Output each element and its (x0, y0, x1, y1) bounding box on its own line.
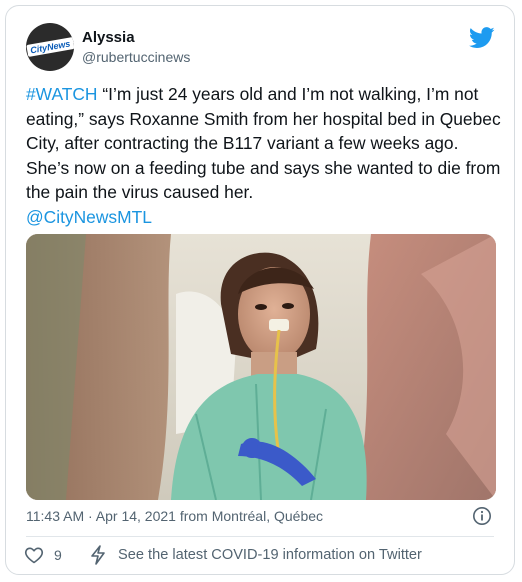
info-icon[interactable] (472, 506, 492, 526)
hashtag-link[interactable]: #WATCH (26, 84, 98, 104)
mention-link[interactable]: @CityNewsMTL (26, 207, 152, 227)
author-name[interactable]: Alyssia (82, 29, 135, 46)
covid-info-link[interactable]: See the latest COVID-19 information on T… (118, 547, 422, 563)
heart-icon[interactable] (24, 545, 44, 565)
divider (26, 536, 494, 537)
lightning-bolt-icon[interactable] (90, 545, 106, 565)
video-frame-image (26, 234, 496, 500)
author-handle[interactable]: @rubertuccinews (82, 49, 190, 65)
avatar[interactable]: CityNews (26, 23, 74, 71)
tweet-card: CityNews Alyssia @rubertuccinews #WATCH … (5, 5, 515, 575)
twitter-bird-icon[interactable] (469, 27, 495, 49)
avatar-logo: CityNews (26, 37, 74, 57)
tweet-text: #WATCH “I’m just 24 years old and I’m no… (26, 82, 506, 229)
video-thumbnail[interactable] (26, 234, 496, 500)
like-count[interactable]: 9 (54, 547, 62, 563)
tweet-timestamp[interactable]: 11:43 AM · Apr 14, 2021 from Montréal, Q… (26, 508, 323, 524)
tweet-body: “I’m just 24 years old and I’m not walki… (26, 84, 501, 202)
